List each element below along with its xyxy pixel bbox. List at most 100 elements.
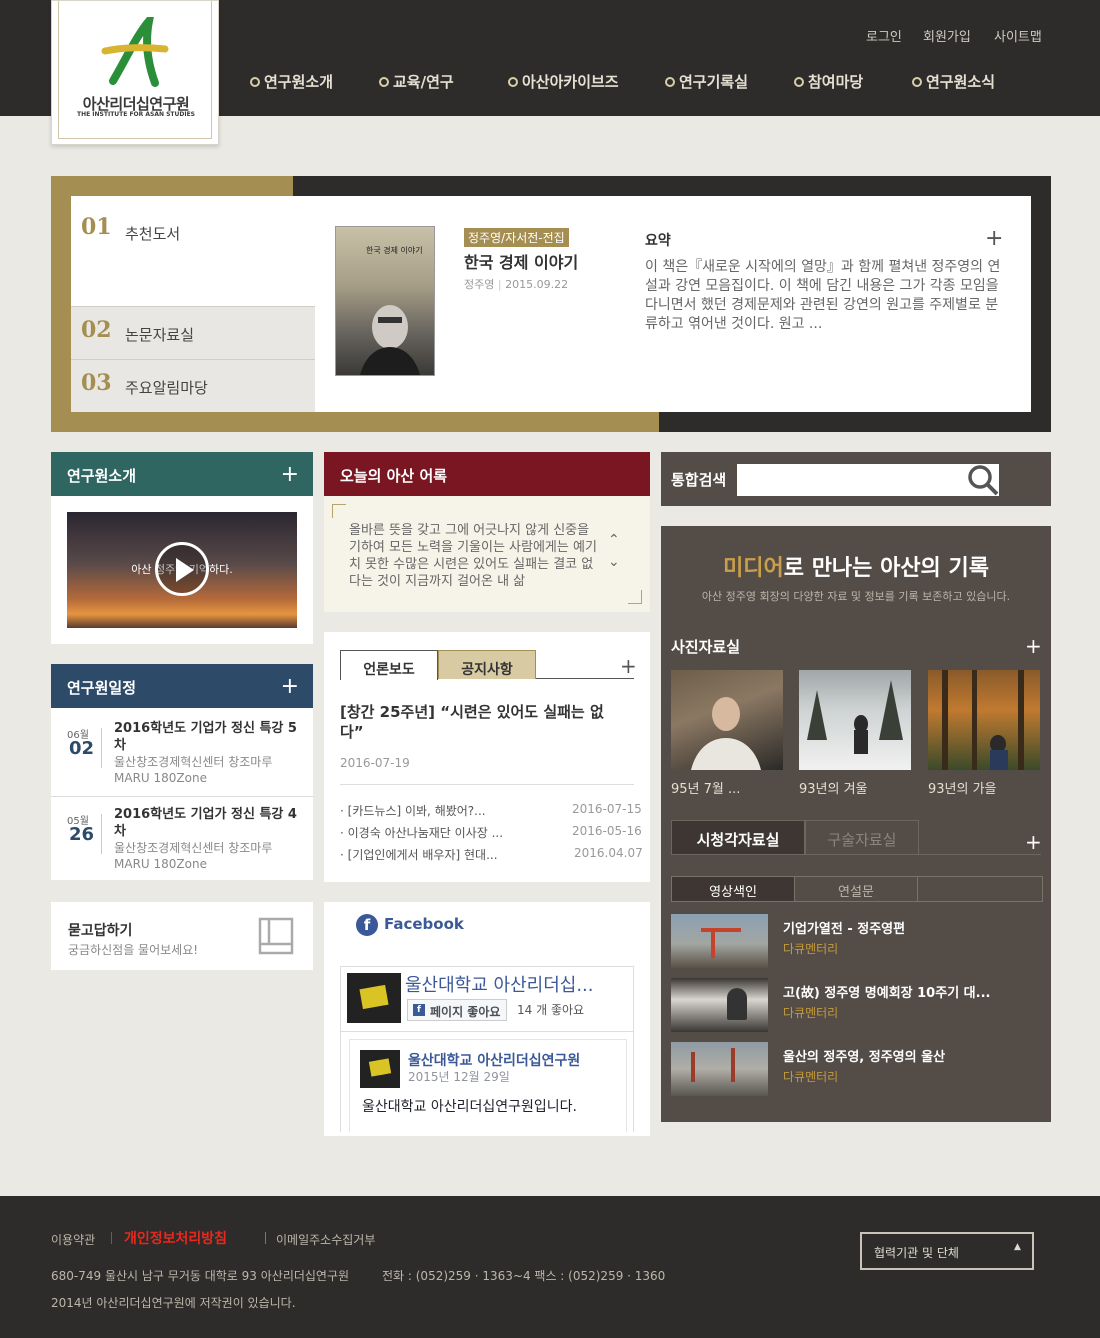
tab-label: 주요알림마당 [125, 379, 208, 397]
signup-link[interactable]: 회원가입 [923, 26, 971, 45]
facebook-like-button[interactable]: f 페이지 좋아요 [407, 999, 508, 1021]
facebook-small-icon: f [413, 1004, 425, 1016]
footer-email-link[interactable]: 이메일주소수집거부 [276, 1231, 375, 1248]
facebook-post-author[interactable]: 울산대학교 아산리더십연구원 [408, 1050, 580, 1070]
photo-caption[interactable]: 95년 7월 ... [671, 778, 740, 797]
video-thumb[interactable] [671, 1042, 768, 1096]
nav-item-records[interactable]: 연구기록실 [665, 71, 748, 92]
news-item[interactable]: · 이경숙 아산나눔재단 이사장 ... [340, 824, 503, 841]
book-category-badge[interactable]: 정주영/자서전-전집 [464, 228, 569, 247]
news-item[interactable]: · [기업인에게서 배우자] 현대... [340, 846, 498, 863]
footer-copyright: 2014년 아산리더십연구원에 저작권이 있습니다. [51, 1296, 296, 1310]
subtab-video-index[interactable]: 영상색인 [672, 877, 794, 901]
photo-thumb[interactable] [671, 670, 783, 770]
subtab-speeches[interactable]: 연설문 [794, 877, 918, 901]
qna-box[interactable]: 묻고답하기 궁금하신점을 물어보세요! [51, 902, 313, 970]
nav-item-education[interactable]: 교육/연구 [379, 71, 454, 92]
photo-heading: 사진자료실 [671, 638, 741, 656]
book-cover-image[interactable]: 한국 경제 이야기 [335, 226, 435, 376]
news-more-icon[interactable]: + [620, 654, 637, 678]
nav-bullet-icon [665, 76, 675, 87]
search-label: 통합검색 [671, 471, 727, 489]
feature-gold-accent [51, 176, 71, 432]
intro-video[interactable]: 아산 정주영 기억하다. [67, 512, 297, 628]
login-link[interactable]: 로그인 [866, 26, 902, 45]
footer-privacy-link[interactable]: 개인정보처리방침 [124, 1228, 227, 1248]
about-box: 연구원소개 + 아산 정주영 기억하다. [51, 452, 313, 644]
scroll-up-icon[interactable]: ⌃ [608, 532, 620, 548]
photo-caption[interactable]: 93년의 겨울 [799, 778, 868, 797]
video-thumb[interactable] [671, 914, 768, 968]
nav-bullet-icon [379, 76, 389, 87]
facebook-post-text: 울산대학교 아산리더십연구원입니다. [362, 1099, 577, 1115]
scroll-down-icon[interactable]: ⌄ [608, 554, 620, 570]
nav-item-archives[interactable]: 아산아카이브즈 [508, 71, 619, 92]
tab-papers[interactable]: 02 논문자료실 [71, 306, 315, 359]
tab-oral-history[interactable]: 구술자료실 [805, 820, 919, 854]
tab-notice[interactable]: 공지사항 [438, 650, 536, 679]
facebook-page-name[interactable]: 울산대학교 아산리더십... [405, 971, 594, 997]
play-icon[interactable] [155, 542, 209, 596]
winter-photo-icon [807, 680, 903, 754]
schedule-heading: 연구원일정 [67, 679, 137, 697]
schedule-item[interactable]: 06월 02 2016학년도 기업가 정신 특강 5차 울산창조경제혁신센터 창… [51, 710, 313, 796]
search-icon[interactable] [967, 464, 999, 496]
nav-item-participation[interactable]: 참여마당 [794, 71, 863, 92]
news-box: 언론보도 공지사항 + [창간 25주년] “시련은 있어도 실패는 없다” 2… [324, 632, 650, 882]
schedule-title: 2016학년도 기업가 정신 특강 5차 [114, 721, 297, 753]
search-input[interactable] [737, 464, 999, 496]
photo-caption[interactable]: 93년의 가을 [928, 778, 997, 797]
schedule-place: 울산창조경제혁신센터 창조마루 MARU 180Zone [114, 755, 273, 785]
tab-recommended-books[interactable]: 01 추천도서 [71, 196, 315, 306]
nav-item-about[interactable]: 연구원소개 [250, 71, 333, 92]
nav-item-news[interactable]: 연구원소식 [912, 71, 995, 92]
news-headline[interactable]: [창간 25주년] “시련은 있어도 실패는 없다” [340, 702, 626, 742]
facebook-icon: f [356, 914, 378, 936]
nav-label: 연구기록실 [679, 73, 749, 91]
book-author: 정주영 [464, 278, 495, 291]
crane-graphic [731, 1048, 735, 1082]
facebook-post: 울산대학교 아산리더십연구원 2015년 12월 29일 울산대학교 아산리더십… [349, 1039, 627, 1132]
divider [101, 728, 102, 768]
video-title[interactable]: 울산의 정주영, 정주영의 울산 [783, 1046, 945, 1065]
av-more-icon[interactable]: + [1025, 830, 1042, 854]
book-title[interactable]: 한국 경제 이야기 [464, 249, 578, 273]
sitemap-link[interactable]: 사이트맵 [994, 26, 1042, 45]
nav-bullet-icon [912, 76, 922, 87]
tab-number: 02 [81, 317, 112, 343]
feature-gold-accent [51, 176, 293, 196]
video-title[interactable]: 고(故) 정주영 명예회장 10주기 대... [783, 982, 990, 1001]
site-logo[interactable]: 아산리더십연구원 THE INSTITUTE FOR ASAN STUDIES [51, 0, 219, 145]
logo-frame: 아산리더십연구원 THE INSTITUTE FOR ASAN STUDIES [58, 1, 212, 139]
corner-ornament [628, 590, 642, 604]
tab-label: 추천도서 [125, 225, 181, 243]
about-more-icon[interactable]: + [281, 462, 299, 487]
video-title[interactable]: 기업가열전 - 정주영편 [783, 918, 905, 937]
summary-more-icon[interactable]: + [985, 226, 1003, 251]
photo-thumb[interactable] [928, 670, 1040, 770]
partner-select[interactable]: 협력기관 및 단체 ▲ [860, 1232, 1034, 1270]
schedule-item[interactable]: 05월 26 2016학년도 기업가 정신 특강 4차 울산창조경제혁신센터 창… [51, 796, 313, 880]
corner-ornament [332, 504, 346, 518]
tab-press[interactable]: 언론보도 [340, 650, 438, 680]
news-item[interactable]: · [카드뉴스] 이봐, 해봤어?... [340, 802, 486, 819]
play-triangle [176, 558, 194, 582]
schedule-more-icon[interactable]: + [281, 674, 299, 699]
photo-thumb[interactable] [799, 670, 911, 770]
video-thumb[interactable] [671, 978, 768, 1032]
divider [111, 1232, 112, 1244]
photo-more-icon[interactable]: + [1025, 634, 1042, 658]
facebook-page-thumb[interactable] [347, 973, 401, 1023]
facebook-widget: 울산대학교 아산리더십... f 페이지 좋아요 14 개 좋아요 울산대학교 … [340, 966, 634, 1132]
crane-graphic [691, 1052, 695, 1082]
search-bar: 통합검색 [661, 452, 1051, 506]
logo-english-name: THE INSTITUTE FOR ASAN STUDIES [77, 111, 195, 118]
facebook-post-thumb[interactable] [360, 1050, 400, 1088]
footer-terms-link[interactable]: 이용약관 [51, 1231, 95, 1248]
tab-audiovisual[interactable]: 시청각자료실 [671, 820, 805, 854]
autumn-photo-icon [942, 670, 1024, 770]
nav-label: 연구원소식 [926, 73, 996, 91]
video-type: 다큐멘터리 [783, 942, 839, 956]
tab-notices[interactable]: 03 주요알림마당 [71, 359, 315, 412]
divider [341, 1031, 633, 1032]
